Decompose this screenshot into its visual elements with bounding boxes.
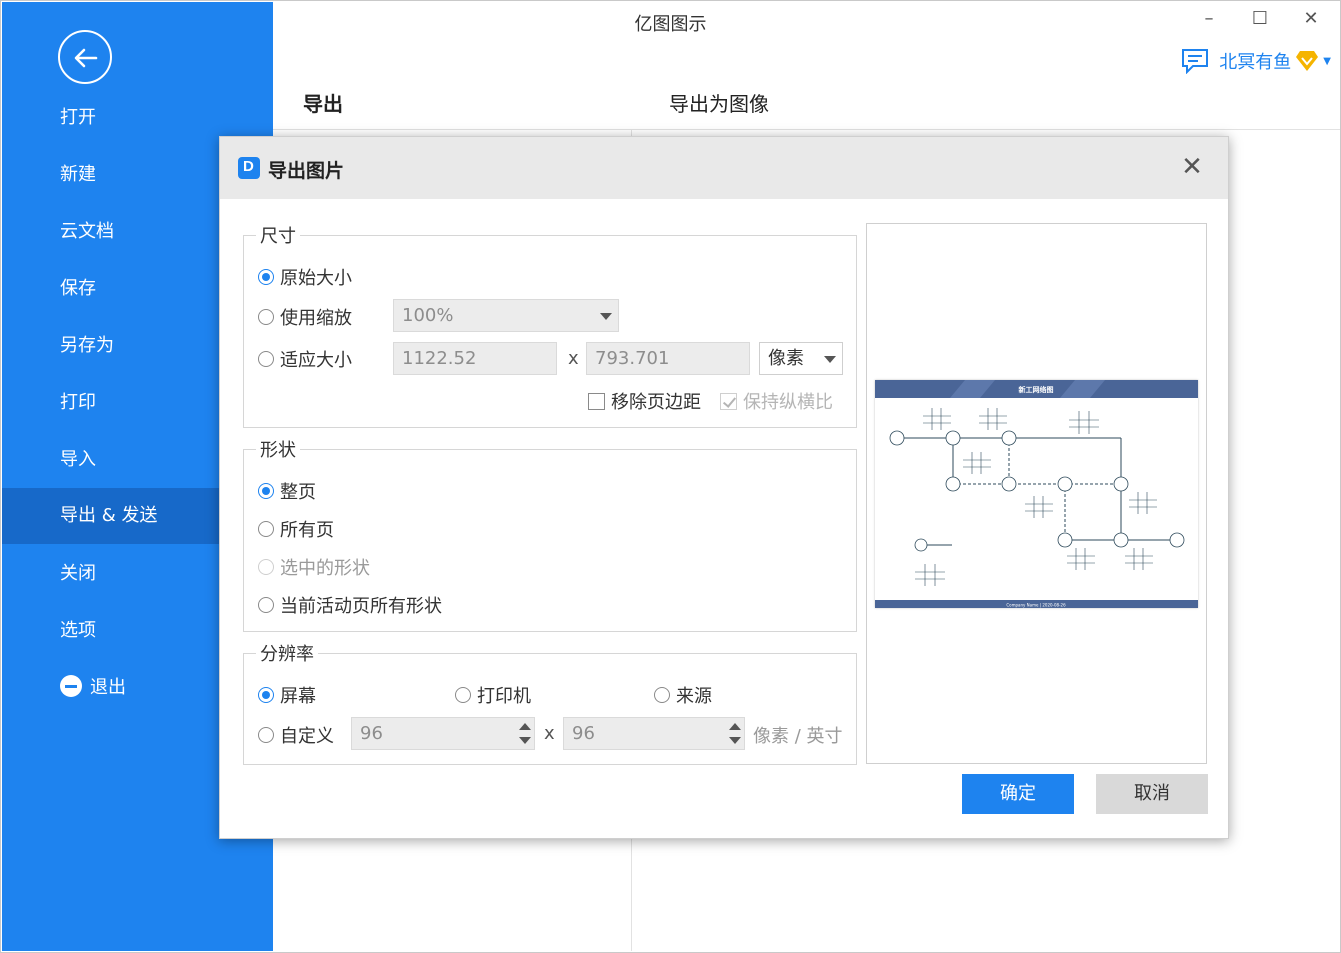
preview-panel: 新工网络图 Company Name | 2020-08-26 (866, 223, 1207, 764)
radio-button[interactable] (455, 687, 471, 703)
height-input[interactable]: 793.701 (586, 342, 750, 375)
app-logo-icon (238, 157, 260, 179)
network-diagram-thumbnail: 新工网络图 Company Name | 2020-08-26 (875, 380, 1198, 608)
node (914, 538, 928, 552)
radio-current-page-shapes[interactable]: 当前活动页所有形状 (258, 592, 442, 618)
minus-circle-icon (60, 675, 82, 697)
radio-use-scale[interactable]: 使用缩放 (258, 304, 352, 330)
node (1001, 430, 1017, 446)
radio-button[interactable] (258, 483, 274, 499)
radio-button[interactable] (654, 687, 670, 703)
radio-button[interactable] (258, 269, 274, 285)
export-image-dialog: 导出图片 ✕ 尺寸 原始大小 使用缩放 100% 适应大小 1122.52 x … (219, 136, 1229, 839)
chevron-down-icon (824, 356, 836, 363)
radio-button[interactable] (258, 309, 274, 325)
size-group-label: 尺寸 (256, 222, 300, 248)
ok-button[interactable]: 确定 (962, 774, 1074, 814)
spin-up-icon[interactable] (729, 723, 741, 730)
dialog-header: 导出图片 ✕ (220, 137, 1228, 199)
shape-group-label: 形状 (256, 436, 300, 462)
unit-select[interactable]: 像素 (759, 342, 843, 375)
dpi-x-stepper[interactable]: 96 (351, 717, 535, 750)
checkbox-remove-margin[interactable]: 移除页边距 (588, 388, 701, 414)
back-button[interactable] (58, 30, 112, 84)
width-input[interactable]: 1122.52 (393, 342, 557, 375)
dpi-x-separator: x (544, 723, 555, 744)
size-x-separator: x (568, 348, 579, 369)
task-box (1025, 496, 1053, 518)
node (945, 430, 961, 446)
scale-select[interactable]: 100% (393, 299, 619, 332)
node (1113, 532, 1129, 548)
radio-all-pages[interactable]: 所有页 (258, 516, 334, 542)
spin-up-icon[interactable] (519, 723, 531, 730)
task-box (1125, 548, 1153, 570)
radio-button[interactable] (258, 727, 274, 743)
task-box (979, 408, 1007, 430)
chevron-down-icon (600, 313, 612, 320)
task-box (915, 564, 945, 586)
shape-group: 形状 整页 所有页 选中的形状 当前活动页所有形状 (243, 436, 857, 632)
dpi-y-stepper[interactable]: 96 (563, 717, 745, 750)
sidebar-item-label: 退出 (90, 677, 126, 698)
close-window-button[interactable]: ✕ (1296, 6, 1326, 32)
task-box (1129, 492, 1157, 514)
node (1113, 476, 1129, 492)
radio-original-size[interactable]: 原始大小 (258, 264, 352, 290)
maximize-button[interactable]: ☐ (1245, 6, 1275, 32)
task-box (923, 408, 951, 430)
preview-footer: Company Name | 2020-08-26 (1006, 603, 1066, 608)
dialog-title: 导出图片 (268, 160, 345, 182)
task-box (1069, 411, 1099, 434)
node (945, 476, 961, 492)
user-menu[interactable]: 北冥有鱼 ▼ (1181, 46, 1331, 76)
vip-diamond-icon (1296, 51, 1319, 71)
node (1001, 476, 1017, 492)
minimize-button[interactable]: – (1194, 6, 1224, 32)
dpi-unit-label: 像素 / 英寸 (753, 726, 843, 747)
task-box (1067, 548, 1095, 570)
task-box (963, 452, 991, 474)
resolution-group-label: 分辨率 (256, 640, 318, 666)
spin-down-icon[interactable] (729, 737, 741, 744)
node (889, 430, 905, 446)
radio-screen[interactable]: 屏幕 (258, 682, 316, 708)
dialog-close-button[interactable]: ✕ (1178, 153, 1206, 181)
radio-button[interactable] (258, 521, 274, 537)
section-title: 导出为图像 (669, 92, 769, 116)
radio-whole-page[interactable]: 整页 (258, 478, 316, 504)
chevron-down-icon: ▼ (1323, 55, 1331, 67)
user-name: 北冥有鱼 (1219, 52, 1292, 73)
node (1057, 476, 1073, 492)
radio-fit-size[interactable]: 适应大小 (258, 346, 352, 372)
cancel-button[interactable]: 取消 (1096, 774, 1208, 814)
preview-title: 新工网络图 (1019, 385, 1054, 394)
resolution-group: 分辨率 屏幕 打印机 来源 自定义 96 x 96 像素 / 英寸 (243, 640, 857, 765)
checkbox[interactable] (720, 392, 737, 410)
node (1057, 532, 1073, 548)
message-icon (1182, 49, 1209, 74)
app-title: 亿图图示 (634, 14, 707, 35)
size-group: 尺寸 原始大小 使用缩放 100% 适应大小 1122.52 x 793.701… (243, 222, 857, 428)
radio-button (258, 559, 274, 575)
page-title: 导出 (303, 92, 343, 116)
header-divider (273, 129, 1340, 130)
radio-selected-shapes: 选中的形状 (258, 554, 370, 580)
radio-button[interactable] (258, 687, 274, 703)
checkbox[interactable] (588, 392, 605, 410)
arrow-left-icon (74, 48, 98, 68)
preview-page: 新工网络图 Company Name | 2020-08-26 (875, 380, 1198, 608)
radio-button[interactable] (258, 597, 274, 613)
radio-custom[interactable]: 自定义 (258, 722, 334, 748)
radio-source[interactable]: 来源 (654, 682, 712, 708)
checkbox-keep-ratio[interactable]: 保持纵横比 (720, 388, 833, 414)
spin-down-icon[interactable] (519, 737, 531, 744)
radio-printer[interactable]: 打印机 (455, 682, 531, 708)
node (1169, 532, 1185, 548)
radio-button[interactable] (258, 351, 274, 367)
